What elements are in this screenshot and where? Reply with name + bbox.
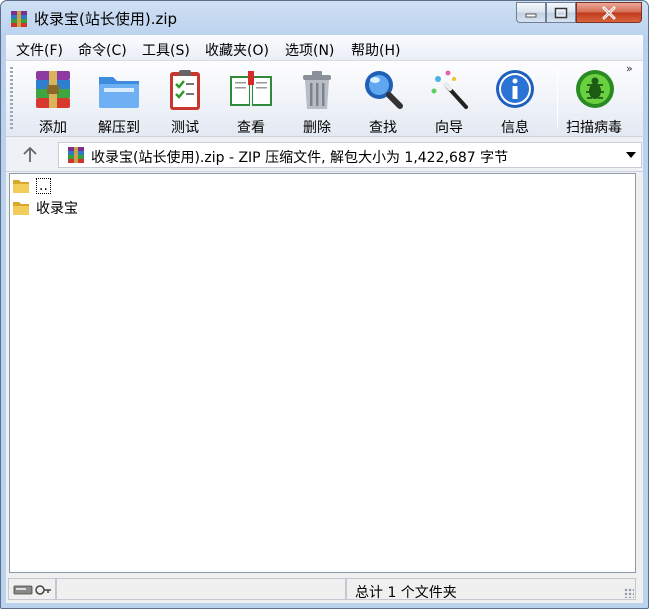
find-button[interactable]: 查找 <box>350 65 416 136</box>
up-arrow-icon[interactable] <box>20 145 40 165</box>
add-archive-icon <box>36 71 70 108</box>
status-bar: 总计 1 个文件夹 <box>6 576 643 603</box>
extract-folder-icon <box>99 77 139 108</box>
list-item[interactable]: 收录宝 <box>12 198 78 218</box>
address-bar: 收录宝(站长使用).zip - ZIP 压缩文件, 解包大小为 1,422,68… <box>6 138 643 172</box>
list-item-label: 收录宝 <box>36 201 78 217</box>
chevron-down-icon[interactable] <box>626 152 636 158</box>
list-item-label: .. <box>36 178 51 194</box>
status-summary-cell: 总计 1 个文件夹 <box>346 578 636 601</box>
toolbar-grip[interactable] <box>10 67 13 131</box>
delete-button[interactable]: 删除 <box>284 65 350 136</box>
info-icon <box>496 70 534 108</box>
view-button[interactable]: 查看 <box>218 65 284 136</box>
title-bar[interactable]: 收录宝(站长使用).zip <box>1 1 648 35</box>
menu-bar: 文件(F) 命令(C) 工具(S) 收藏夹(O) 选项(N) 帮助(H) <box>6 35 643 61</box>
virus-scan-icon <box>576 70 614 108</box>
winrar-archive-icon <box>68 147 84 163</box>
folder-icon <box>13 202 29 215</box>
virus-scan-button[interactable]: 扫描病毒 <box>564 65 626 133</box>
toolbar-separator <box>557 67 558 129</box>
menu-options[interactable]: 选项(N) <box>285 40 334 60</box>
test-clipboard-icon <box>170 70 200 110</box>
virus-scan-label: 扫描病毒 <box>566 120 622 133</box>
file-list[interactable]: .. 收录宝 <box>9 173 636 573</box>
close-button[interactable] <box>576 2 642 23</box>
app-window: 收录宝(站长使用).zip 文件(F) 命令(C) 工具(S) 收藏夹(O) 选… <box>0 0 649 609</box>
winrar-archive-icon <box>11 11 27 27</box>
address-text: 收录宝(站长使用).zip - ZIP 压缩文件, 解包大小为 1,422,68… <box>91 150 509 166</box>
view-book-icon <box>230 71 272 106</box>
status-icons-cell <box>8 578 56 600</box>
client-area: 文件(F) 命令(C) 工具(S) 收藏夹(O) 选项(N) 帮助(H) 添加 <box>6 35 643 603</box>
status-summary: 总计 1 个文件夹 <box>355 585 457 601</box>
toolbar-overflow-chevron[interactable]: » <box>626 62 633 75</box>
menu-file[interactable]: 文件(F) <box>16 40 63 60</box>
drive-key-icon <box>13 585 51 595</box>
address-field[interactable]: 收录宝(站长使用).zip - ZIP 压缩文件, 解包大小为 1,422,68… <box>58 142 642 168</box>
minimize-icon <box>525 13 537 17</box>
view-label: 查看 <box>237 120 265 136</box>
wizard-wand-icon <box>431 70 468 109</box>
maximize-icon <box>554 7 568 18</box>
menu-favorites[interactable]: 收藏夹(O) <box>205 40 269 60</box>
maximize-button[interactable] <box>546 2 576 23</box>
test-label: 测试 <box>171 120 199 136</box>
folder-up-icon <box>13 180 29 193</box>
trash-can-icon <box>303 71 331 109</box>
minimize-button[interactable] <box>516 2 546 23</box>
status-selection-cell <box>56 578 346 600</box>
wizard-label: 向导 <box>435 120 463 136</box>
add-label: 添加 <box>39 120 67 136</box>
extract-to-label: 解压到 <box>98 120 140 136</box>
delete-label: 删除 <box>303 120 331 136</box>
info-button[interactable]: 信息 <box>482 65 548 136</box>
test-button[interactable]: 测试 <box>152 65 218 136</box>
menu-tools[interactable]: 工具(S) <box>142 40 190 60</box>
add-button[interactable]: 添加 <box>20 65 86 136</box>
extract-to-button[interactable]: 解压到 <box>86 65 152 136</box>
close-icon <box>602 6 616 19</box>
resize-grip[interactable] <box>624 588 634 598</box>
menu-commands[interactable]: 命令(C) <box>78 40 127 60</box>
find-label: 查找 <box>369 120 397 136</box>
window-title: 收录宝(站长使用).zip <box>34 10 178 28</box>
menu-help[interactable]: 帮助(H) <box>351 40 400 60</box>
list-item[interactable]: .. <box>12 176 51 196</box>
toolbar: 添加 解压到 测试 查看 删除 查找 向导 信息 扫描病毒 » <box>6 61 643 137</box>
info-label: 信息 <box>501 120 529 136</box>
magnifier-icon <box>365 71 403 109</box>
wizard-button[interactable]: 向导 <box>416 65 482 136</box>
